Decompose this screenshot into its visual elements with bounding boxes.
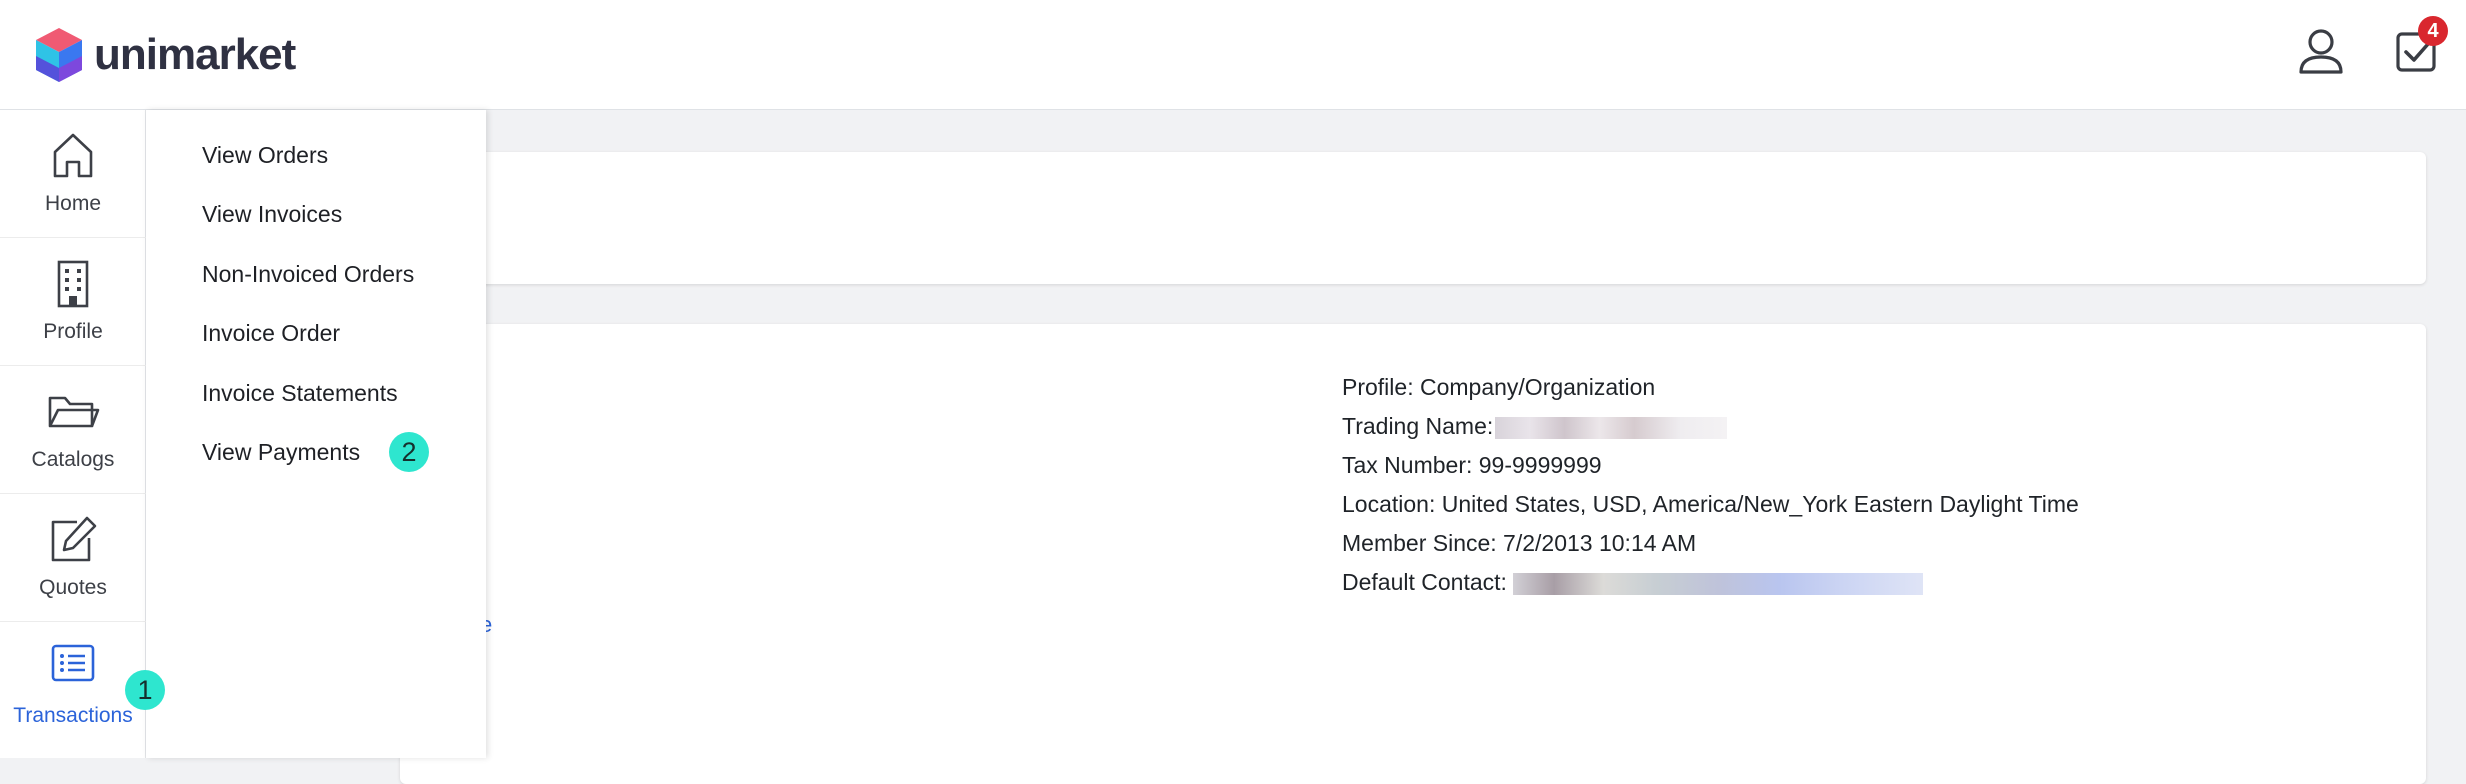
menu-item-invoice-order[interactable]: Invoice Order [202,320,340,347]
tax-number-text: Tax Number: 99-9999999 [1342,452,1602,478]
redacted-trading-name [1495,416,1728,439]
home-icon [53,133,93,178]
top-header: unimarket 4 [0,0,2466,110]
nav-item-home[interactable]: Home [0,110,146,238]
nav-label: Transactions [13,704,133,727]
edit-icon [51,516,97,562]
menu-item-view-payments[interactable]: View Payments [202,439,360,466]
redacted-contact [1512,572,1923,595]
nav-item-quotes[interactable]: Quotes [0,494,146,622]
folder-icon [48,396,100,428]
step-marker-1: 1 [125,670,165,710]
list-icon [51,644,95,682]
nav-item-profile[interactable]: Profile [0,238,146,366]
logo-cube-icon [36,28,82,82]
transactions-flyout-menu: View Orders View Invoices Non-Invoiced O… [146,110,486,758]
default-contact-label: Default Contact: [1342,569,1507,595]
tasks-count-badge: 4 [2418,16,2448,46]
profile-type-text: Profile: Company/Organization [1342,374,1656,400]
nav-label: Profile [43,320,103,343]
nav-label: Quotes [39,576,107,599]
summary-card [400,152,2426,284]
step-marker-2: 2 [389,432,429,472]
building-icon [57,260,89,308]
trading-name-label: Trading Name: [1342,413,1494,439]
brand-logo[interactable]: unimarket [34,26,296,84]
brand-name: unimarket [94,30,296,79]
menu-item-view-orders[interactable]: View Orders [202,142,328,169]
nav-label: Home [44,192,102,215]
nav-label: Catalogs [31,448,115,471]
location-text: Location: United States, USD, America/Ne… [1342,491,2079,517]
menu-item-view-invoices[interactable]: View Invoices [202,201,342,228]
default-contact-row: Default Contact: [1342,569,1923,596]
menu-item-invoice-statements[interactable]: Invoice Statements [202,380,398,407]
left-nav-rail: Home Profile Catalogs Quotes Transaction… [0,110,146,758]
trading-name-row: Trading Name: [1342,413,1728,440]
member-since-text: Member Since: 7/2/2013 10:14 AM [1342,530,1697,556]
nav-item-transactions[interactable]: Transactions [0,622,146,750]
nav-item-catalogs[interactable]: Catalogs [0,366,146,494]
user-account-icon[interactable] [2296,26,2346,76]
menu-item-non-invoiced-orders[interactable]: Non-Invoiced Orders [202,261,414,288]
